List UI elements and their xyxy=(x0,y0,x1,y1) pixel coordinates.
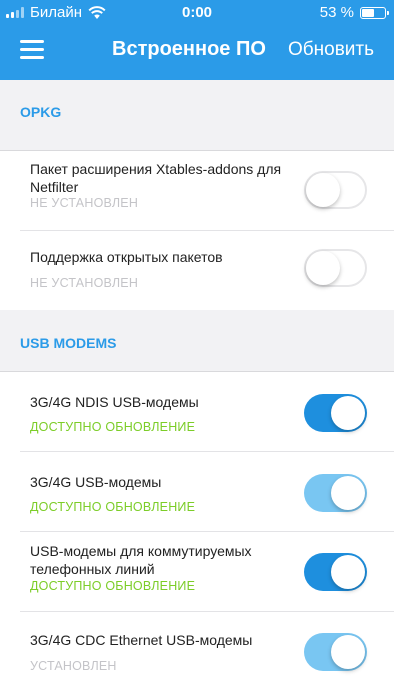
usb-modems-card: 3G/4G NDIS USB-модемы ДОСТУПНО ОБНОВЛЕНИ… xyxy=(0,371,394,700)
list-item[interactable]: Пакет расширения Xtables-addons для Netf… xyxy=(0,151,394,230)
item-status: ДОСТУПНО ОБНОВЛЕНИЕ xyxy=(30,500,196,514)
nav-bar: Встроенное ПО Обновить xyxy=(0,24,394,80)
item-title: USB-модемы для коммутируемых телефонных … xyxy=(30,543,252,577)
toggle-knob xyxy=(331,476,365,510)
section-title-opkg: OPKG xyxy=(20,104,62,120)
status-bar: Билайн 0:00 53 % xyxy=(0,0,394,24)
item-status: НЕ УСТАНОВЛЕН xyxy=(30,276,139,290)
page-title: Встроенное ПО xyxy=(112,38,266,60)
list-item[interactable]: USB-модемы для коммутируемых телефонных … xyxy=(0,532,394,611)
toggle-knob xyxy=(306,251,340,285)
app-header: Билайн 0:00 53 % Встроенное ПО Обновить xyxy=(0,0,394,80)
item-title: Поддержка открытых пакетов xyxy=(30,249,223,265)
item-title: 3G/4G NDIS USB-модемы xyxy=(30,394,199,410)
toggle-switch[interactable] xyxy=(304,394,367,432)
item-title: 3G/4G USB-модемы xyxy=(30,474,162,490)
item-title: 3G/4G CDC Ethernet USB-модемы xyxy=(30,632,253,648)
item-status: ДОСТУПНО ОБНОВЛЕНИЕ xyxy=(30,420,196,434)
toggle-knob xyxy=(331,555,365,589)
battery-icon xyxy=(360,6,389,19)
list-item[interactable]: Поддержка открытых пакетов НЕ УСТАНОВЛЕН xyxy=(0,231,394,310)
battery-percent: 53 % xyxy=(319,4,354,21)
item-status: УСТАНОВЛЕН xyxy=(30,659,117,673)
section-title-usb-modems: USB MODEMS xyxy=(20,335,117,351)
item-status: ДОСТУПНО ОБНОВЛЕНИЕ xyxy=(30,579,196,593)
hamburger-menu-icon[interactable] xyxy=(20,40,44,60)
toggle-switch[interactable] xyxy=(304,171,367,209)
opkg-card: Пакет расширения Xtables-addons для Netf… xyxy=(0,150,394,310)
toggle-switch[interactable] xyxy=(304,249,367,287)
list-item[interactable]: 3G/4G USB-модемы ДОСТУПНО ОБНОВЛЕНИЕ xyxy=(0,452,394,531)
toggle-switch[interactable] xyxy=(304,633,367,671)
item-status: НЕ УСТАНОВЛЕН xyxy=(30,196,139,210)
toggle-switch[interactable] xyxy=(304,553,367,591)
battery-area: 53 % xyxy=(319,4,389,21)
toggle-knob xyxy=(331,396,365,430)
list-item[interactable]: 3G/4G CDC Ethernet USB-модемы УСТАНОВЛЕН xyxy=(0,612,394,700)
toggle-knob xyxy=(306,173,340,207)
toggle-switch[interactable] xyxy=(304,474,367,512)
item-title: Пакет расширения Xtables-addons для Netf… xyxy=(30,161,282,195)
update-button[interactable]: Обновить xyxy=(288,39,374,61)
toggle-knob xyxy=(331,635,365,669)
list-item[interactable]: 3G/4G NDIS USB-модемы ДОСТУПНО ОБНОВЛЕНИ… xyxy=(0,372,394,451)
